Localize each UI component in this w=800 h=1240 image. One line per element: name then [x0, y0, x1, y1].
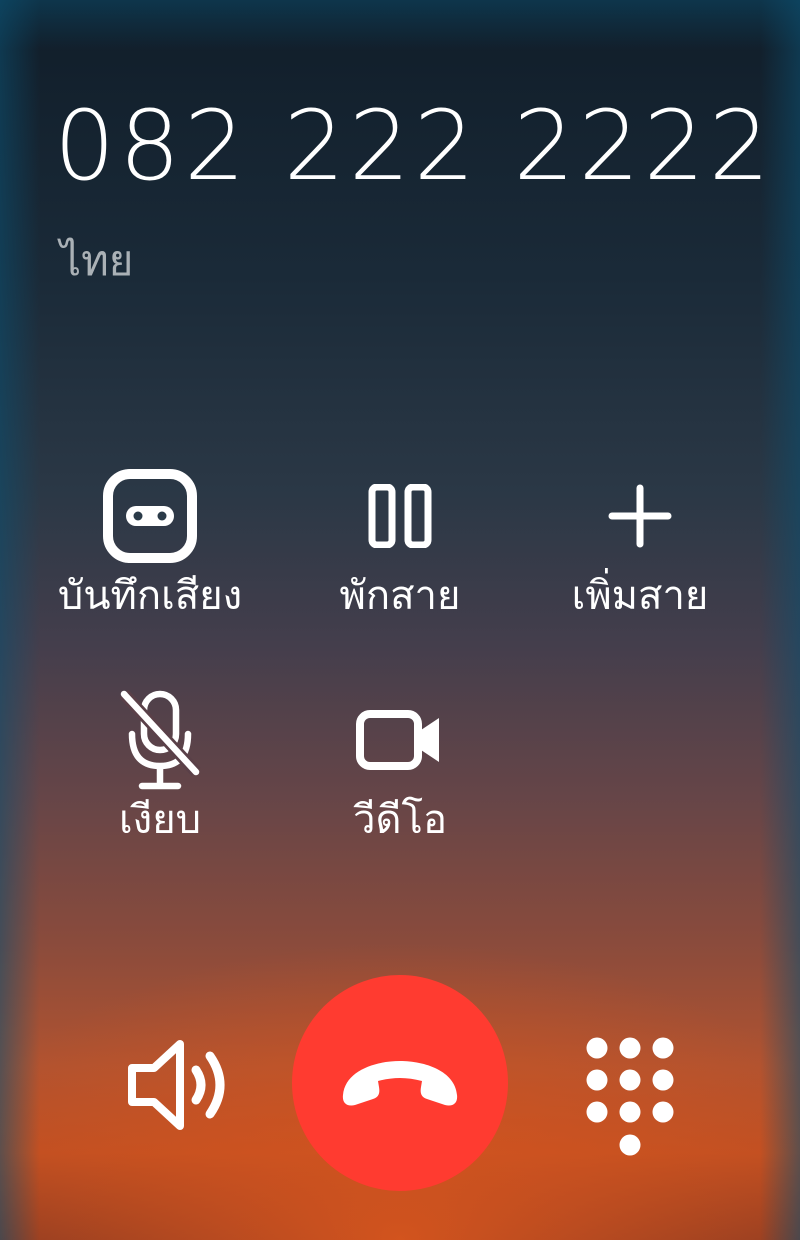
dialpad-button[interactable]: [578, 1030, 682, 1162]
speaker-button[interactable]: [120, 1030, 240, 1140]
record-button[interactable]: บันทึกเสียง: [30, 466, 270, 618]
video-button[interactable]: วีดีโอ: [280, 690, 520, 842]
phone-hangup-icon: [342, 1061, 458, 1106]
phone-number: 082 222 2222: [54, 90, 774, 202]
end-call-button[interactable]: [292, 975, 508, 1191]
hold-button[interactable]: พักสาย: [280, 466, 520, 618]
plus-icon: [608, 466, 672, 566]
pause-icon: [368, 466, 432, 566]
dialpad-icon: [586, 1037, 674, 1156]
video-label: วีดีโอ: [353, 797, 447, 843]
video-camera-icon: [355, 690, 445, 790]
hold-label: พักสาย: [339, 573, 461, 619]
mute-label: เงียบ: [118, 797, 202, 843]
caller-location: ไทย: [60, 236, 134, 285]
record-label: บันทึกเสียง: [57, 573, 243, 619]
voicemail-icon: [102, 466, 198, 566]
mic-off-icon: [118, 689, 202, 790]
call-screen: 082 222 2222 ไทย บันทึกเสียง พักสาย เพิ่…: [0, 0, 800, 1240]
mute-button[interactable]: เงียบ: [40, 689, 280, 843]
speaker-icon: [128, 1040, 225, 1130]
add-call-label: เพิ่มสาย: [571, 573, 709, 619]
add-call-button[interactable]: เพิ่มสาย: [520, 466, 760, 618]
